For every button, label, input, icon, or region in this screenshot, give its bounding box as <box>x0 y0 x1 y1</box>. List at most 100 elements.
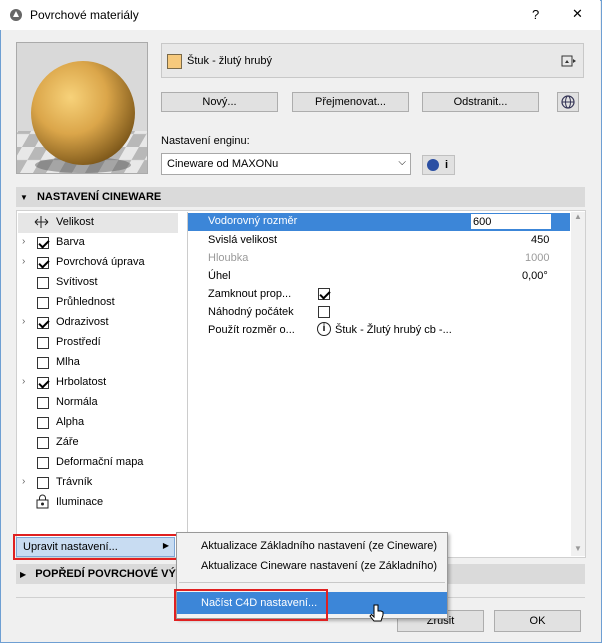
channel-item[interactable]: Normála <box>18 393 178 413</box>
channel-label: Trávník <box>56 476 93 488</box>
channel-label: Barva <box>56 236 85 248</box>
scroll-up-icon[interactable]: ▲ <box>574 212 582 221</box>
channel-label: Hrbolatost <box>56 376 107 388</box>
material-swatch <box>167 54 182 69</box>
globe-icon <box>561 95 575 109</box>
channel-checkbox[interactable] <box>37 317 49 329</box>
channel-checkbox[interactable] <box>37 237 49 249</box>
horizontal-size-input[interactable]: 600 <box>470 213 552 230</box>
channel-item[interactable]: Mlha <box>18 353 178 373</box>
channel-checkbox[interactable] <box>37 477 49 489</box>
channel-item[interactable]: › Trávník <box>18 473 178 493</box>
engine-select[interactable]: Cineware od MAXONu ⌵ <box>161 153 411 175</box>
globe-button[interactable] <box>557 92 579 112</box>
ok-button[interactable]: OK <box>494 610 581 632</box>
cinema4d-icon <box>427 159 439 171</box>
edit-settings-button[interactable]: Upravit nastavení... ▶ <box>16 537 175 557</box>
channel-checkbox[interactable] <box>37 377 49 389</box>
lock-proportions-checkbox[interactable] <box>318 288 330 300</box>
channel-label: Normála <box>56 396 98 408</box>
submenu-arrow-icon: ▶ <box>162 541 169 550</box>
channel-item[interactable]: Průhlednost <box>18 293 178 313</box>
engine-label: Nastavení enginu: <box>161 135 250 147</box>
scrollbar[interactable]: ▲ ▼ <box>571 212 585 556</box>
channel-checkbox[interactable] <box>37 297 49 309</box>
engine-info-button[interactable]: i <box>422 155 455 175</box>
channel-label: Povrchová úprava <box>56 256 145 268</box>
channel-checkbox[interactable] <box>37 417 49 429</box>
expand-chevron-icon[interactable]: › <box>22 376 25 387</box>
title-bar: Povrchové materiály ? ✕ <box>0 0 600 30</box>
new-button[interactable]: Nový... <box>161 92 278 112</box>
channel-label: Záře <box>56 436 79 448</box>
channel-label: Iluminace <box>56 496 104 508</box>
channel-checkbox[interactable] <box>37 397 49 409</box>
angle-label: Úhel <box>208 270 231 282</box>
close-button[interactable]: ✕ <box>572 6 583 22</box>
channel-label: Prostředí <box>56 336 101 348</box>
channel-item[interactable]: › Povrchová úprava <box>18 253 178 273</box>
channel-checkbox[interactable] <box>37 257 49 269</box>
channel-item[interactable]: › Hrbolatost <box>18 373 178 393</box>
channel-label: Deformační mapa <box>56 456 144 468</box>
size-icon <box>34 216 49 228</box>
expand-chevron-icon[interactable]: › <box>22 476 25 487</box>
depth-value: 1000 <box>525 252 550 264</box>
info-circle-icon: i <box>317 322 331 336</box>
lock-icon <box>36 494 49 509</box>
edit-settings-label: Upravit nastavení... <box>23 541 118 553</box>
channel-item[interactable]: Záře <box>18 433 178 453</box>
delete-button[interactable]: Odstranit... <box>422 92 539 112</box>
vertical-size-label: Svislá velikost <box>208 234 278 246</box>
depth-label: Hloubka <box>208 252 249 264</box>
material-catalog-icon[interactable] <box>561 54 577 68</box>
help-button[interactable]: ? <box>532 7 539 22</box>
engine-value: Cineware od MAXONu <box>167 158 279 170</box>
material-name-field[interactable]: Štuk - žlutý hrubý <box>161 43 584 78</box>
channel-item[interactable]: Alpha <box>18 413 178 433</box>
material-name: Štuk - žlutý hrubý <box>187 55 272 67</box>
vertical-size-value[interactable]: 450 <box>531 234 549 246</box>
channel-label: Svítivost <box>56 276 98 288</box>
channel-checkbox[interactable] <box>37 457 49 469</box>
material-preview <box>16 42 148 174</box>
channel-label: Průhlednost <box>56 296 115 308</box>
channel-item[interactable]: › Barva <box>18 233 178 253</box>
channel-item[interactable]: Prostředí <box>18 333 178 353</box>
channel-checkbox[interactable] <box>37 437 49 449</box>
horizontal-size-label: Vodorovný rozměr <box>208 215 298 227</box>
random-origin-checkbox[interactable] <box>318 306 330 318</box>
window-title: Povrchové materiály <box>30 8 139 22</box>
preview-sphere-image <box>17 43 147 173</box>
foreground-section-title: POPŘEDÍ POVRCHOVÉ VÝPL <box>35 568 190 580</box>
channel-checkbox[interactable] <box>37 357 49 369</box>
channel-checkbox[interactable] <box>37 337 49 349</box>
channel-checkbox[interactable] <box>37 277 49 289</box>
use-size-value[interactable]: Štuk - Žlutý hrubý cb -... <box>335 324 452 336</box>
menu-update-cineware[interactable]: Aktualizace Cineware nastavení (ze Zákla… <box>177 556 447 576</box>
cineware-section-header[interactable]: ▼ NASTAVENÍ CINEWARE <box>16 187 585 207</box>
channel-item[interactable]: › Odrazivost <box>18 313 178 333</box>
menu-separator <box>179 582 445 583</box>
expanded-triangle-icon: ▼ <box>20 193 28 202</box>
collapsed-triangle-icon: ▶ <box>20 570 27 579</box>
scroll-down-icon[interactable]: ▼ <box>574 544 582 553</box>
channel-item[interactable]: Deformační mapa <box>18 453 178 473</box>
channel-label: Alpha <box>56 416 85 428</box>
lock-proportions-label: Zamknout prop... <box>208 288 292 300</box>
load-c4d-highlight-frame <box>174 589 328 621</box>
angle-value[interactable]: 0,00° <box>522 270 548 282</box>
random-origin-label: Náhodný počátek <box>208 306 294 318</box>
chevron-down-icon: ⌵ <box>398 157 406 168</box>
horizontal-size-value: 600 <box>473 216 492 228</box>
expand-chevron-icon[interactable]: › <box>22 316 25 327</box>
info-icon: i <box>445 159 449 171</box>
cineware-section-title: NASTAVENÍ CINEWARE <box>36 191 162 203</box>
channel-label: Odrazivost <box>56 316 109 328</box>
menu-update-basic[interactable]: Aktualizace Základního nastavení (ze Cin… <box>177 536 447 556</box>
channel-item[interactable]: Svítivost <box>18 273 178 293</box>
expand-chevron-icon[interactable]: › <box>22 236 25 247</box>
expand-chevron-icon[interactable]: › <box>22 256 25 267</box>
rename-button[interactable]: Přejmenovat... <box>292 92 409 112</box>
channel-label: Velikost <box>56 216 94 228</box>
